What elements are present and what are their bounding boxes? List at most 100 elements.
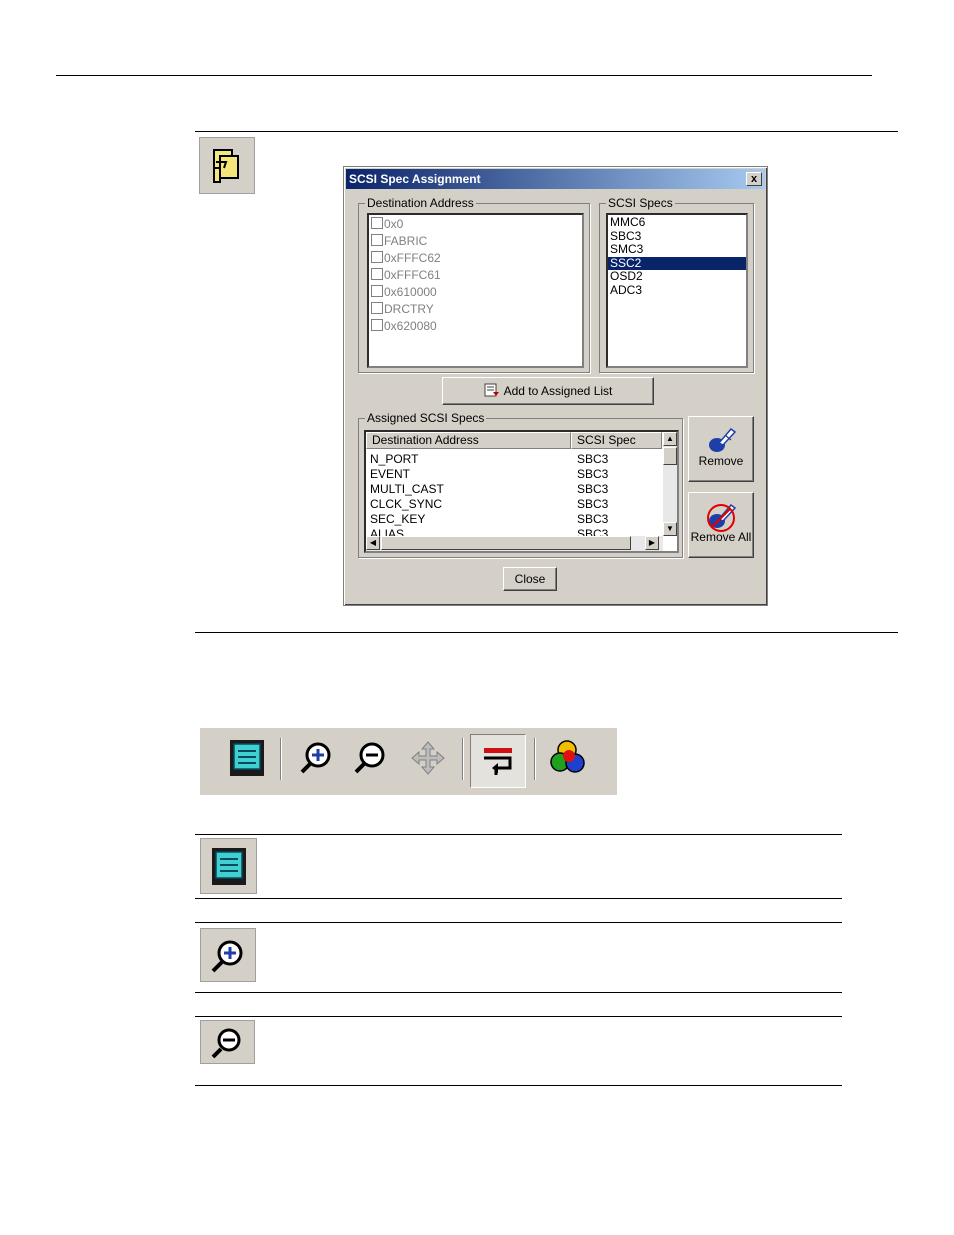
destination-item-label: FABRIC — [384, 234, 428, 248]
checkbox[interactable] — [371, 234, 383, 246]
scsi-spec-list-item[interactable]: SSC2 — [608, 256, 746, 270]
document-view-icon-tile — [200, 838, 257, 894]
destination-item-label: 0xFFFC62 — [384, 251, 441, 265]
document-view-icon — [212, 848, 246, 885]
column-header-destination[interactable]: Destination Address — [366, 432, 571, 449]
destination-list-item[interactable]: FABRIC — [369, 233, 582, 250]
assigned-row-spec[interactable]: SBC3 — [577, 512, 608, 527]
scsi-specs-label: SCSI Specs — [606, 196, 675, 210]
destination-list-item[interactable]: 0xFFFC61 — [369, 267, 582, 284]
assigned-specs-table[interactable]: Destination Address SCSI Spec N_PORT SBC3… — [364, 430, 679, 553]
assigned-row-spec[interactable]: SBC3 — [577, 482, 608, 497]
destination-list-item[interactable]: 0xFFFC62 — [369, 250, 582, 267]
destination-item-label: 0xFFFC61 — [384, 268, 441, 282]
destination-address-label: Destination Address — [365, 196, 476, 210]
wrap-icon — [484, 748, 512, 775]
graph-toolbar — [200, 728, 617, 795]
row-rule — [195, 1016, 842, 1017]
destination-item-label: 0x0 — [384, 217, 404, 231]
destination-list-item[interactable]: 0x0 — [369, 216, 582, 233]
destination-address-group: Destination Address 0x0 FABRIC 0xFFFC62 0xF… — [358, 196, 590, 373]
horizontal-scroll-thumb[interactable] — [381, 536, 631, 550]
zoom-in-icon — [211, 940, 243, 973]
color-icon[interactable] — [547, 736, 591, 780]
pan-icon[interactable] — [406, 736, 450, 780]
toolbar-separator — [534, 738, 536, 780]
destination-list-item[interactable]: 0x620080 — [369, 318, 582, 335]
scsi-spec-list-item[interactable]: OSD2 — [608, 269, 746, 284]
destination-address-list[interactable]: 0x0 FABRIC 0xFFFC62 0xFFFC61 0x610000 DRCTRY 0… — [367, 213, 584, 368]
remove-all-button-label: Remove All — [690, 530, 752, 544]
row-rule — [195, 898, 842, 899]
assigned-row-destination[interactable]: MULTI_CAST — [370, 482, 444, 497]
section-rule-top — [195, 131, 898, 132]
destination-list-item[interactable]: DRCTRY — [369, 301, 582, 318]
destination-list-item[interactable]: 0x610000 — [369, 284, 582, 301]
assigned-row-destination[interactable]: SEC_KEY — [370, 512, 425, 527]
remove-icon — [709, 427, 737, 452]
dialog-close-x-button[interactable]: x — [746, 172, 762, 186]
checkbox[interactable] — [371, 268, 383, 280]
section-rule-bottom — [195, 632, 898, 633]
add-list-icon — [484, 383, 499, 397]
page-top-rule — [56, 75, 872, 76]
remove-button-label: Remove — [698, 454, 744, 468]
scsi-specs-group: SCSI Specs MMC6 SBC3 SMC3 SSC2 OSD2 ADC3 — [599, 196, 754, 373]
zoom-in-icon[interactable] — [294, 736, 338, 780]
remove-button[interactable]: Remove — [688, 416, 754, 482]
scroll-thumb[interactable] — [663, 447, 677, 465]
assigned-scsi-specs-group: Assigned SCSI Specs Destination Address … — [358, 411, 683, 558]
destination-item-label: 0x620080 — [384, 319, 437, 333]
scroll-right-arrow-icon[interactable]: ▶ — [645, 536, 659, 550]
dialog-titlebar[interactable]: SCSI Spec Assignment x — [346, 169, 765, 189]
assigned-row-destination[interactable]: CLCK_SYNC — [370, 497, 442, 512]
toolbar-separator — [462, 738, 464, 780]
close-button[interactable]: Close — [503, 567, 557, 591]
remove-all-icon — [707, 503, 737, 532]
scsi-spec-list-item[interactable]: SBC3 — [608, 229, 746, 244]
dialog-title: SCSI Spec Assignment — [349, 172, 481, 186]
add-button-label: Add to Assigned List — [503, 384, 613, 398]
document-view-icon[interactable] — [225, 736, 269, 780]
scroll-left-arrow-icon[interactable]: ◀ — [366, 536, 380, 550]
remove-all-button[interactable]: Remove All — [688, 492, 754, 558]
close-icon: x — [750, 173, 758, 185]
column-header-scsi-spec[interactable]: SCSI Spec — [571, 432, 662, 449]
scsi-specs-list[interactable]: MMC6 SBC3 SMC3 SSC2 OSD2 ADC3 — [606, 213, 748, 368]
vertical-scrollbar[interactable]: ▲ ▼ — [663, 432, 677, 536]
assigned-row-destination[interactable]: N_PORT — [370, 452, 418, 467]
scsi-spec-list-item[interactable]: ADC3 — [608, 283, 746, 298]
scsi-assign-icon — [213, 149, 239, 183]
checkbox[interactable] — [371, 285, 383, 297]
scroll-up-arrow-icon[interactable]: ▲ — [663, 432, 677, 446]
add-to-assigned-list-button[interactable]: Add to Assigned List — [442, 377, 654, 405]
zoom-in-icon-tile — [200, 928, 256, 982]
zoom-out-icon-tile — [200, 1020, 255, 1064]
wrap-button[interactable] — [470, 734, 526, 788]
assigned-scsi-specs-label: Assigned SCSI Specs — [365, 411, 487, 425]
toolbar-separator — [280, 738, 282, 780]
checkbox[interactable] — [371, 319, 383, 331]
scsi-spec-list-item[interactable]: MMC6 — [608, 215, 746, 230]
checkbox[interactable] — [371, 217, 383, 229]
row-rule — [195, 922, 842, 923]
scsi-spec-assignment-dialog: SCSI Spec Assignment x Destination Addre… — [343, 166, 768, 606]
row-rule — [195, 1085, 842, 1086]
assigned-row-spec[interactable]: SBC3 — [577, 452, 608, 467]
scsi-assign-icon-tile — [199, 137, 255, 194]
zoom-out-icon[interactable] — [348, 736, 392, 780]
scroll-down-arrow-icon[interactable]: ▼ — [663, 522, 677, 536]
assigned-row-destination[interactable]: EVENT — [370, 467, 410, 482]
destination-item-label: 0x610000 — [384, 285, 437, 299]
assigned-row-spec[interactable]: SBC3 — [577, 497, 608, 512]
destination-item-label: DRCTRY — [384, 302, 434, 316]
checkbox[interactable] — [371, 251, 383, 263]
scsi-spec-list-item[interactable]: SMC3 — [608, 242, 746, 257]
checkbox[interactable] — [371, 302, 383, 314]
row-rule — [195, 834, 842, 835]
close-button-label: Close — [514, 572, 546, 586]
horizontal-scrollbar[interactable]: ◀ ▶ — [366, 536, 663, 551]
zoom-out-icon — [211, 1028, 241, 1059]
row-rule — [195, 992, 842, 993]
assigned-row-spec[interactable]: SBC3 — [577, 467, 608, 482]
